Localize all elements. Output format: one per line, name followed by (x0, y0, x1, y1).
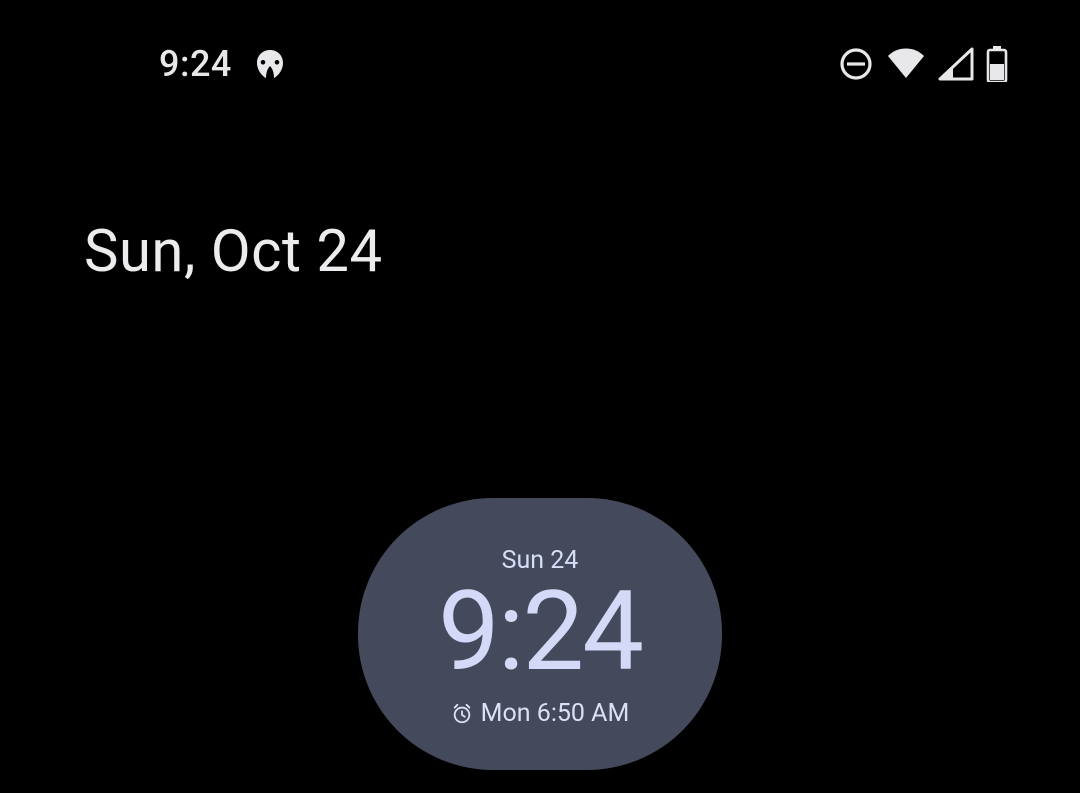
status-left: 9:24 (159, 43, 288, 85)
widget-alarm: Mon 6:50 AM (451, 699, 630, 728)
alarm-icon (451, 703, 473, 725)
wifi-icon (886, 48, 926, 80)
widget-alarm-text: Mon 6:50 AM (481, 699, 630, 728)
status-right (838, 46, 1008, 82)
do-not-disturb-icon (838, 46, 874, 82)
battery-icon (986, 46, 1008, 82)
cellular-signal-icon (938, 47, 974, 81)
status-time: 9:24 (159, 43, 232, 85)
widget-time: 9:24 (438, 577, 642, 687)
status-bar[interactable]: 9:24 (0, 0, 1080, 100)
malwarebytes-icon (252, 48, 288, 80)
clock-widget[interactable]: Sun 24 9:24 Mon 6:50 AM (358, 498, 722, 770)
date-header: Sun, Oct 24 (84, 218, 1080, 286)
